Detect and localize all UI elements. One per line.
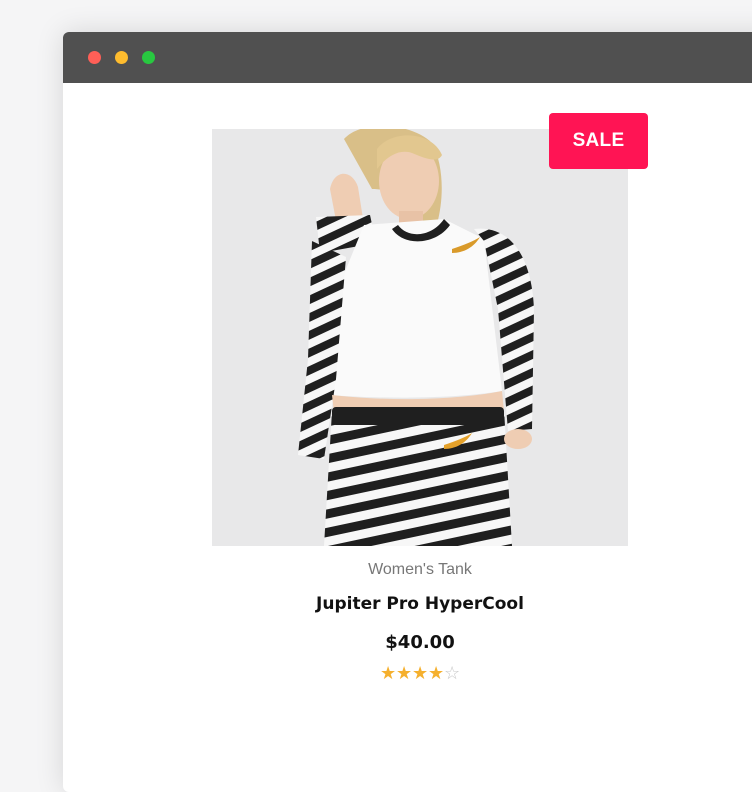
browser-window: SALE Women's Tank Jupiter Pro HyperCool … [63,32,752,792]
product-category: Women's Tank [368,561,472,578]
product-image[interactable] [212,129,628,546]
star-icon-4: ★ [428,663,445,684]
close-window-button[interactable] [88,51,101,64]
sale-badge: SALE [549,113,648,169]
maximize-window-button[interactable] [142,51,155,64]
product-title[interactable]: Jupiter Pro HyperCool [212,594,628,614]
minimize-window-button[interactable] [115,51,128,64]
product-price: $40.00 [385,632,455,653]
window-titlebar [63,32,752,83]
product-photo-icon [212,129,628,546]
star-icon-3: ★ [412,663,429,684]
rating-stars: ★★★★☆ [212,665,628,683]
star-icon-2: ★ [396,663,413,684]
star-icon-1: ★ [380,663,397,684]
star-icon-5: ☆ [444,663,461,684]
